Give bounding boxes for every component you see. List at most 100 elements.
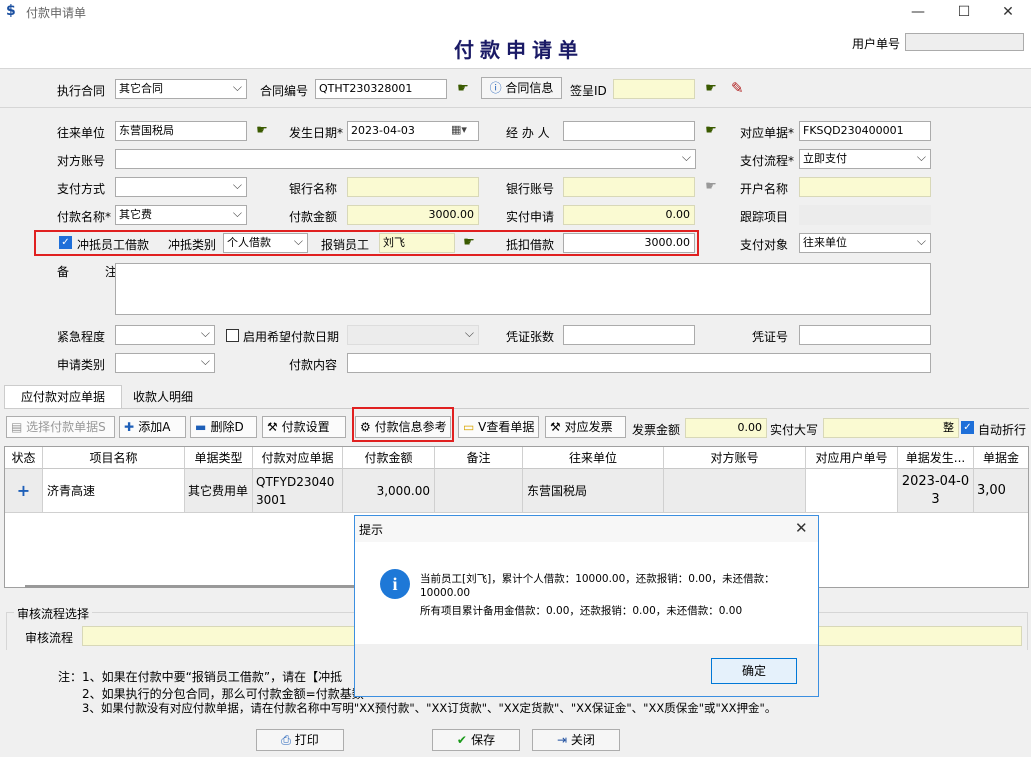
deduct-field[interactable]: 3000.00 (563, 233, 695, 253)
track-field (799, 205, 931, 225)
col-header[interactable]: 付款对应单据 (253, 447, 343, 469)
note-line-1: 注：1、如果在付款中要“报销员工借款”，请在【冲抵 (58, 670, 343, 684)
invoice-button[interactable]: ⚒ 对应发票 (545, 416, 626, 438)
doc-field[interactable]: FKSQD230400001 (799, 121, 931, 141)
col-header[interactable]: 备注 (435, 447, 523, 469)
voucher-count-label: 凭证张数 (506, 330, 555, 344)
col-header[interactable]: 项目名称 (43, 447, 185, 469)
unit-field[interactable]: 东营国税局 (115, 121, 247, 141)
payname-select[interactable]: 其它费 (115, 205, 247, 225)
select-doc-button: ▤ 选择付款单据S (6, 416, 115, 438)
hope-date-field (347, 325, 479, 345)
hope-date-checkbox[interactable] (226, 329, 239, 342)
pay-info-ref-button[interactable]: ⚙ 付款信息参考 (355, 416, 451, 438)
contract-no-field[interactable]: QTHT230328001 (315, 79, 447, 99)
sign-id-field[interactable] (613, 79, 695, 99)
close-window-button[interactable]: ✕ (985, 0, 1031, 24)
apply-type-label: 申请类别 (57, 358, 106, 372)
voucher-no-field[interactable] (799, 325, 931, 345)
cell-user-no[interactable] (806, 469, 898, 513)
handler-field[interactable] (563, 121, 695, 141)
folder-icon: ▭ (463, 420, 479, 434)
doc-label: 对应单据* (740, 126, 795, 140)
doc-icon: ▤ (11, 420, 27, 434)
cell-account (664, 469, 806, 513)
contract-no-label: 合同编号 (260, 84, 309, 98)
remark-field[interactable] (115, 263, 931, 315)
user-no-field[interactable] (905, 33, 1024, 51)
offset-type-select[interactable]: 个人借款 (223, 233, 308, 253)
date-label: 发生日期* (289, 126, 344, 140)
maximize-button[interactable]: ☐ (941, 0, 987, 24)
paymethod-label: 支付方式 (57, 182, 106, 196)
cell-date: 2023-04-03 (898, 469, 974, 513)
row-status-icon[interactable]: + (5, 469, 43, 513)
contract-select[interactable]: 其它合同 (115, 79, 247, 99)
view-doc-button[interactable]: ▭ V查看单据 (458, 416, 539, 438)
dialog-line-3: 所有项目累计备用金借款：0.00，还款报销：0.00，未还借款：0.00 (420, 605, 743, 617)
checkmark-icon: ✔ (456, 733, 472, 747)
close-button[interactable]: ⇥ 关闭 (532, 729, 620, 751)
employee-field[interactable]: 刘飞 (379, 233, 455, 253)
pick-bank-icon[interactable]: ☛ (702, 180, 720, 194)
target-select[interactable]: 往来单位 (799, 233, 931, 253)
pick-employee-icon[interactable]: ☛ (460, 236, 478, 250)
tab-payable-docs[interactable]: 应付款对应单据 (4, 385, 122, 409)
pay-settings-button[interactable]: ⚒ 付款设置 (262, 416, 346, 438)
print-button[interactable]: ⎙ 打印 (256, 729, 344, 751)
printer-icon: ⎙ (281, 733, 295, 747)
actual-field[interactable]: 0.00 (563, 205, 695, 225)
content-field[interactable] (347, 353, 931, 373)
dialog-titlebar (355, 516, 818, 542)
offset-checkbox[interactable]: ✓ (59, 236, 72, 249)
add-button[interactable]: ✚ 添加A (119, 416, 186, 438)
paymethod-select[interactable] (115, 177, 247, 197)
exit-icon: ⇥ (557, 733, 571, 747)
cell-doc-type: 其它费用单 (185, 469, 253, 513)
cell-project[interactable]: 济青高速 (43, 469, 185, 513)
actual-upper-label: 实付大写 (770, 423, 819, 437)
col-header[interactable]: 单据金 (974, 447, 1028, 469)
offset-type-label: 冲抵类别 (168, 238, 217, 252)
account-select[interactable] (115, 149, 696, 169)
urgency-select[interactable] (115, 325, 215, 345)
acctname-field[interactable] (799, 177, 931, 197)
cell-remark[interactable] (435, 469, 523, 513)
save-button[interactable]: ✔ 保存 (432, 729, 520, 751)
col-header[interactable]: 付款金额 (343, 447, 435, 469)
apply-type-select[interactable] (115, 353, 215, 373)
pick-unit-icon[interactable]: ☛ (253, 124, 271, 138)
bankacct-field[interactable] (563, 177, 695, 197)
col-header[interactable]: 往来单位 (523, 447, 664, 469)
actual-upper-field[interactable]: 整 (823, 418, 959, 438)
col-header[interactable]: 对应用户单号 (806, 447, 898, 469)
pick-handler-icon[interactable]: ☛ (702, 124, 720, 138)
dialog-close-icon[interactable]: ✕ (795, 519, 808, 537)
col-header[interactable]: 状态 (5, 447, 43, 469)
auto-discount-checkbox[interactable]: ✓ (961, 421, 974, 434)
track-label: 跟踪项目 (740, 210, 789, 224)
amount-field[interactable]: 3000.00 (347, 205, 479, 225)
ok-button[interactable]: 确定 (711, 658, 797, 684)
approval-group-label: 审核流程选择 (14, 605, 93, 622)
pick-contract-icon[interactable]: ☛ (454, 82, 472, 96)
col-header[interactable]: 单据类型 (185, 447, 253, 469)
app-logo-icon: $ (6, 3, 16, 19)
contract-info-button[interactable]: ⓘ 合同信息 (481, 77, 562, 99)
pick-sign-icon[interactable]: ☛ (702, 82, 720, 96)
delete-button[interactable]: ▬ 删除D (190, 416, 257, 438)
dialog-title: 提示 (359, 523, 384, 537)
info-icon: i (380, 569, 410, 599)
flow-select[interactable]: 立即支付 (799, 149, 931, 169)
voucher-count-field[interactable] (563, 325, 695, 345)
minimize-button[interactable]: — (895, 0, 941, 24)
tab-payee-details[interactable]: 收款人明细 (122, 387, 204, 409)
col-header[interactable]: 对方账号 (664, 447, 806, 469)
bankname-field[interactable] (347, 177, 479, 197)
amount-label: 付款金额 (289, 210, 338, 224)
col-header[interactable]: 单据发生... (898, 447, 974, 469)
edit-pen-icon[interactable]: ✎ (731, 79, 744, 97)
plus-icon: ✚ (124, 420, 139, 434)
calendar-icon[interactable]: ▦▾ (451, 123, 467, 136)
invoice-amt-field[interactable]: 0.00 (685, 418, 767, 438)
